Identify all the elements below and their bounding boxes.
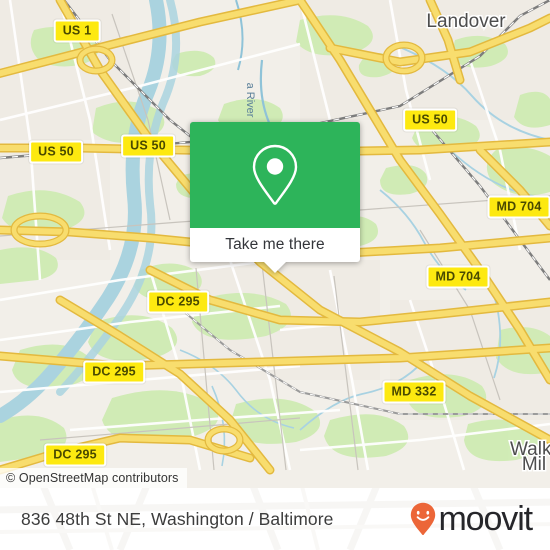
- callout-tail: [264, 262, 286, 273]
- route-shield-label: DC 295: [53, 447, 97, 462]
- moovit-smiley-pin-icon: [411, 502, 436, 536]
- take-me-there-label: Take me there: [225, 236, 325, 253]
- route-shield: MD 704: [487, 195, 550, 219]
- footer-bar: 836 48th St NE, Washington / Baltimore m…: [0, 488, 550, 550]
- route-shield-label: US 50: [412, 112, 448, 127]
- route-shield-label: US 1: [62, 23, 92, 38]
- map-pin-icon: [252, 144, 298, 205]
- route-shield: DC 295: [83, 360, 145, 384]
- route-shield: DC 295: [44, 443, 106, 467]
- route-shield: US 50: [121, 134, 175, 158]
- route-shield: MD 332: [382, 380, 446, 404]
- route-shield-label: MD 332: [391, 384, 437, 399]
- route-shield: US 1: [53, 19, 101, 43]
- route-shield: US 50: [403, 108, 457, 132]
- osm-attribution-text: © OpenStreetMap contributors: [6, 471, 179, 485]
- route-shield: MD 704: [426, 265, 490, 289]
- route-shield-label: MD 704: [435, 269, 481, 284]
- route-shield-label: US 50: [38, 144, 74, 159]
- moovit-brand[interactable]: moovit: [410, 500, 533, 538]
- route-shield: US 50: [29, 140, 83, 164]
- route-shield-label: US 50: [130, 138, 166, 153]
- callout-icon-area: [190, 122, 360, 228]
- callout-action-area[interactable]: Take me there: [190, 228, 360, 273]
- moovit-map-screen: LandoverWalkeMil a River US 1US 50US 50U…: [0, 0, 550, 550]
- location-callout-card[interactable]: Take me there: [190, 122, 360, 273]
- moovit-wordmark: moovit: [438, 500, 533, 538]
- route-shield-label: MD 704: [496, 199, 542, 214]
- route-shield: DC 295: [147, 290, 209, 314]
- route-shield-label: DC 295: [92, 364, 136, 379]
- osm-attribution[interactable]: © OpenStreetMap contributors: [0, 468, 187, 488]
- route-shield-label: DC 295: [156, 294, 200, 309]
- location-address: 836 48th St NE, Washington / Baltimore: [21, 508, 334, 529]
